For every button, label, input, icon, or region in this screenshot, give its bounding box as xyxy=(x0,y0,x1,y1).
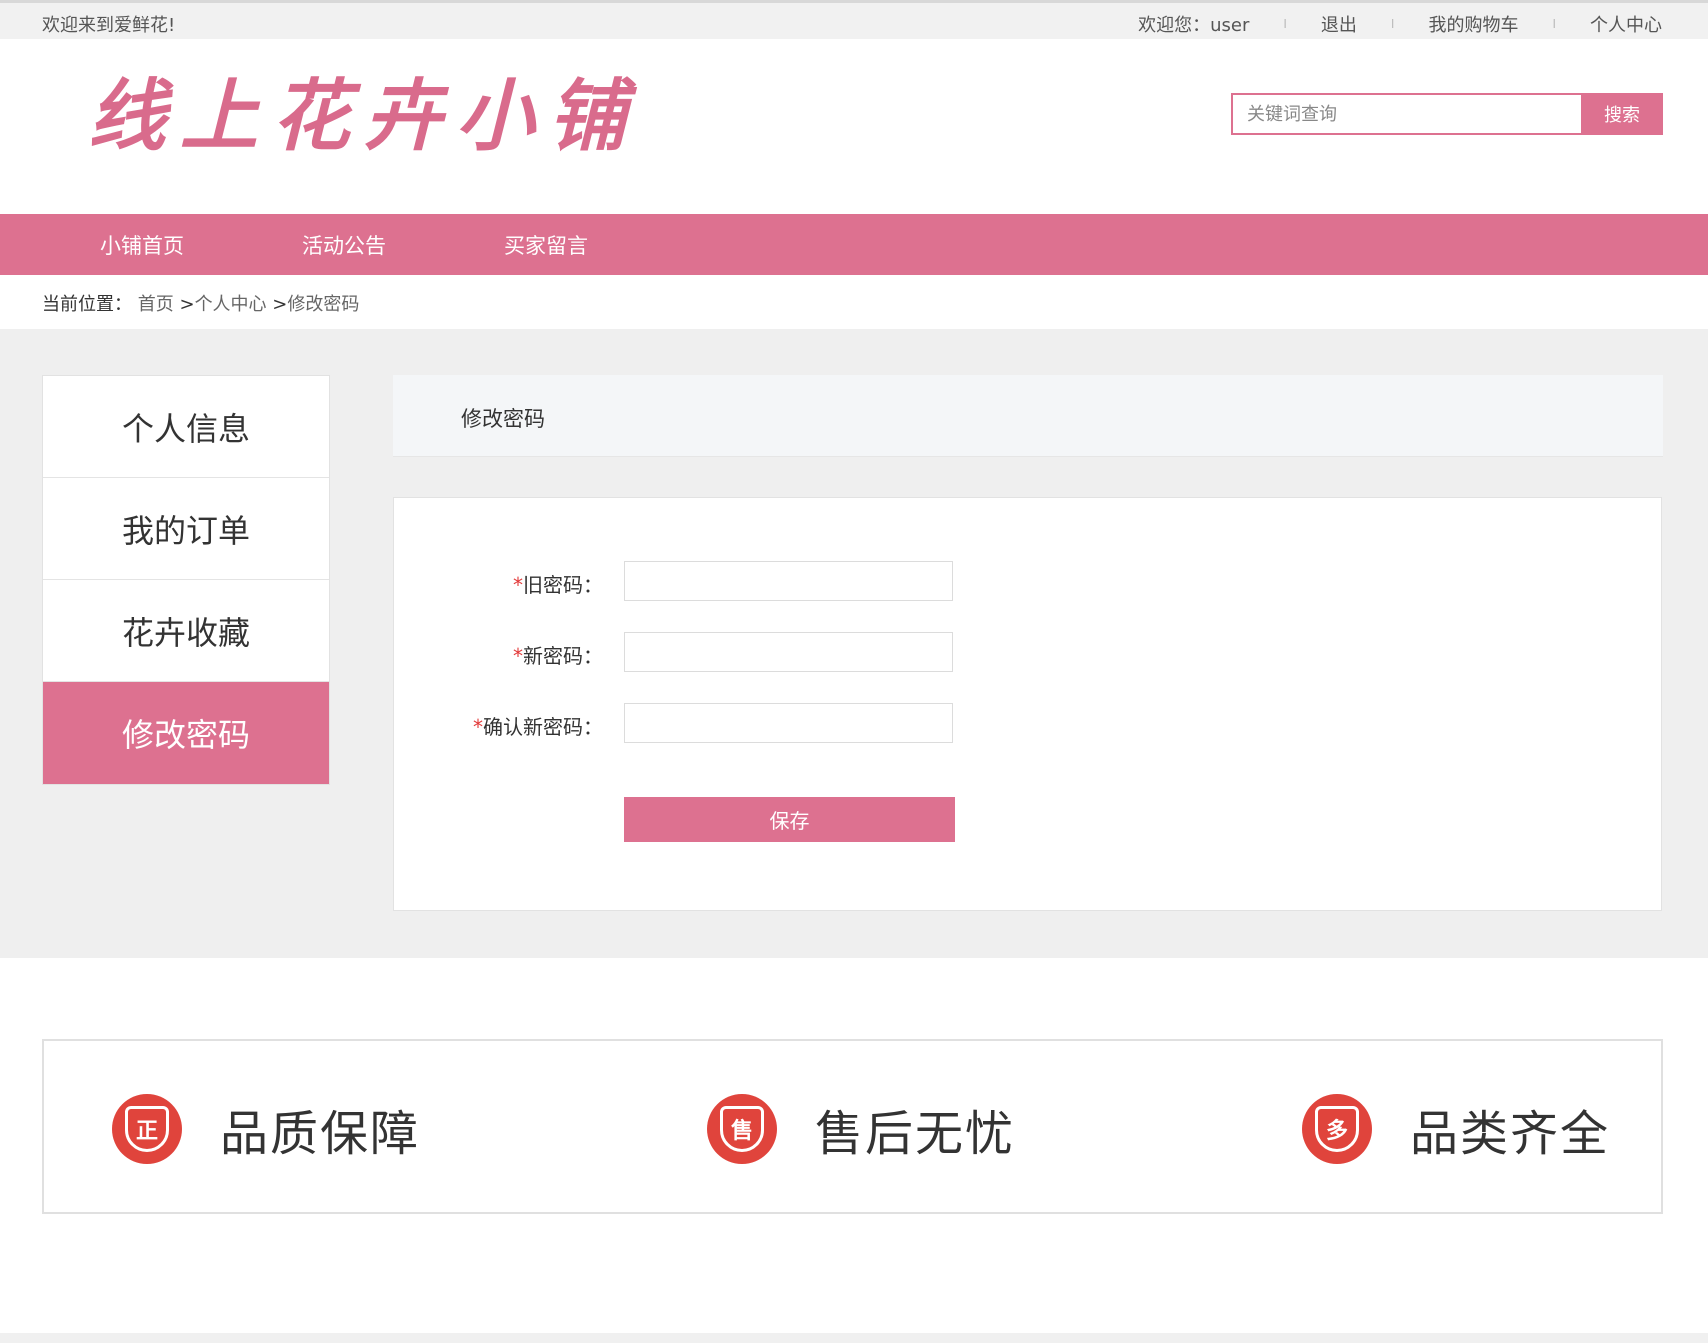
save-button[interactable]: 保存 xyxy=(624,797,955,842)
confirm-password-label: *确认新密码： xyxy=(473,715,603,739)
old-password-field[interactable] xyxy=(624,561,953,601)
profile-link[interactable]: 个人中心 xyxy=(1590,11,1662,37)
site-logo[interactable]: 线上花卉小铺 xyxy=(88,67,640,167)
divider: I xyxy=(1283,17,1287,31)
breadcrumb-center[interactable]: 个人中心 xyxy=(195,294,267,315)
confirm-password-row: *确认新密码： xyxy=(394,703,1661,743)
panel-title: 修改密码 xyxy=(461,407,545,431)
sidebar: 个人信息 我的订单 花卉收藏 修改密码 xyxy=(42,375,330,785)
search-button[interactable]: 搜索 xyxy=(1581,93,1663,135)
breadcrumb-current: 修改密码 xyxy=(287,294,360,315)
breadcrumb-separator: > xyxy=(272,294,288,315)
divider: I xyxy=(1552,17,1556,31)
guarantee-quality: 正 品质保障 xyxy=(112,1089,420,1169)
quality-shield-icon: 正 xyxy=(112,1094,182,1164)
required-mark: * xyxy=(473,715,483,739)
breadcrumb-home[interactable]: 首页 xyxy=(138,294,174,315)
nav-item-messages[interactable]: 买家留言 xyxy=(504,230,588,260)
change-password-form: *旧密码： *新密码： *确认新密码： 保存 xyxy=(393,497,1662,911)
sidebar-item-change-password[interactable]: 修改密码 xyxy=(43,682,329,784)
guarantee-after-sales: 售 售后无忧 xyxy=(707,1089,1015,1169)
guarantee-banner: 正 品质保障 售 售后无忧 多 品类齐全 xyxy=(42,1039,1663,1214)
logout-link[interactable]: 退出 xyxy=(1321,11,1357,37)
breadcrumb-separator: > xyxy=(179,294,195,315)
main-nav: 小铺首页 活动公告 买家留言 xyxy=(0,214,1708,275)
required-mark: * xyxy=(513,644,523,668)
header: 线上花卉小铺 搜索 xyxy=(0,39,1708,214)
user-greeting: 欢迎您：user xyxy=(1138,15,1250,36)
old-password-row: *旧密码： xyxy=(394,561,1661,601)
after-sales-shield-icon: 售 xyxy=(707,1094,777,1164)
sidebar-item-profile-info[interactable]: 个人信息 xyxy=(43,376,329,478)
variety-shield-icon: 多 xyxy=(1302,1094,1372,1164)
search-input[interactable] xyxy=(1231,93,1581,135)
content-area: 个人信息 我的订单 花卉收藏 修改密码 修改密码 *旧密码： *新密码： *确认… xyxy=(0,329,1708,958)
cart-link[interactable]: 我的购物车 xyxy=(1428,11,1518,37)
guarantee-label: 品类齐全 xyxy=(1410,1106,1611,1162)
top-bar: 欢迎来到爱鲜花! 欢迎您：user I 退出 I 我的购物车 I 个人中心 xyxy=(0,0,1708,39)
sidebar-item-favorites[interactable]: 花卉收藏 xyxy=(43,580,329,682)
top-user-links: 欢迎您：user I 退出 I 我的购物车 I 个人中心 xyxy=(1138,11,1662,37)
search-bar: 搜索 xyxy=(1231,93,1663,135)
nav-item-home[interactable]: 小铺首页 xyxy=(100,230,184,260)
panel-header: 修改密码 xyxy=(393,375,1663,457)
guarantee-label: 售后无忧 xyxy=(815,1106,1016,1162)
nav-item-announcements[interactable]: 活动公告 xyxy=(302,230,386,260)
breadcrumb-label: 当前位置： xyxy=(42,294,132,315)
footer-divider xyxy=(0,1333,1708,1343)
site-welcome-text: 欢迎来到爱鲜花! xyxy=(42,15,176,36)
required-mark: * xyxy=(513,573,523,597)
guarantee-label: 品质保障 xyxy=(220,1106,421,1162)
old-password-label: *旧密码： xyxy=(513,573,603,597)
sidebar-item-my-orders[interactable]: 我的订单 xyxy=(43,478,329,580)
divider: I xyxy=(1390,17,1395,31)
guarantee-variety: 多 品类齐全 xyxy=(1302,1089,1610,1169)
confirm-password-field[interactable] xyxy=(624,703,953,743)
new-password-field[interactable] xyxy=(624,632,953,672)
breadcrumb: 当前位置： 首页 >个人中心 >修改密码 xyxy=(42,290,359,316)
new-password-row: *新密码： xyxy=(394,632,1661,672)
new-password-label: *新密码： xyxy=(513,644,603,668)
